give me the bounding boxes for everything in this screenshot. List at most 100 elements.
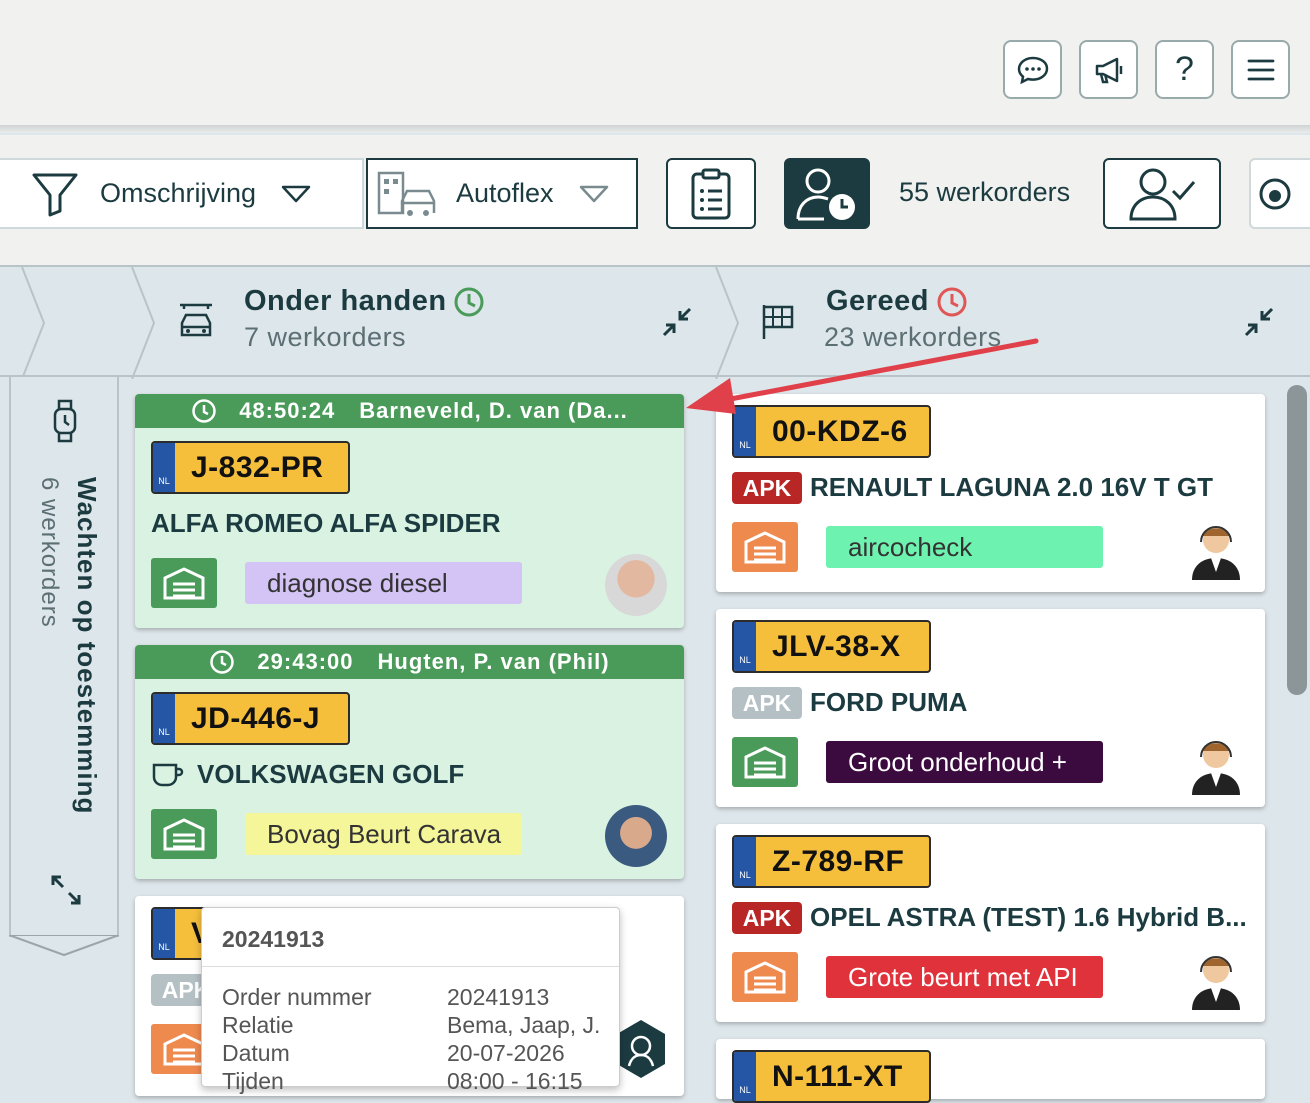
popup-value: Bema, Jaap, J. <box>447 1012 601 1038</box>
description-filter[interactable]: Omschrijving <box>0 158 364 229</box>
eu-country-strip: NL <box>153 909 175 958</box>
column-wachten-collapsed[interactable]: Wachten op toestemming 6 werkorders <box>9 377 119 957</box>
column-count-onder-handen: 7 werkorders <box>244 322 407 352</box>
license-plate-number: JD-446-J <box>191 701 321 735</box>
clock-icon <box>210 650 235 674</box>
top-bar: ? <box>0 0 1310 125</box>
card-mechanic: Barneveld, D. van (Da... <box>359 398 628 423</box>
location-filter-label: Autoflex <box>456 178 554 208</box>
work-order-card[interactable]: NL Z-789-RF APK OPEL ASTRA (TEST) 1.6 Hy… <box>716 824 1265 1022</box>
work-order-card[interactable]: 48:50:24 Barneveld, D. van (Da... NL J-8… <box>135 394 684 628</box>
order-count: 55 werkorders <box>899 177 1071 207</box>
column-headers: Onder handen 7 werkorders Gereed 23 werk… <box>0 265 1310 379</box>
popup-label: Datum <box>222 1040 290 1066</box>
apk-badge: APK <box>732 902 802 934</box>
chevron-down-icon <box>579 185 608 202</box>
card-timer: 48:50:24 <box>239 398 336 423</box>
clipboard-button[interactable] <box>666 158 756 229</box>
job-tag: aircocheck <box>826 526 1103 568</box>
column-title-wachten: Wachten op toestemming <box>72 477 102 815</box>
eu-country-strip: NL <box>153 694 175 743</box>
popup-divider <box>202 966 619 967</box>
eu-country-strip: NL <box>153 443 175 492</box>
vehicle-model: VOLKSWAGEN GOLF <box>197 759 465 789</box>
job-tag: diagnose diesel <box>245 562 522 604</box>
card-timer: 29:43:00 <box>257 649 354 674</box>
filter-icon <box>32 173 78 216</box>
mechanic-hexagon-icon <box>617 1020 665 1078</box>
watch-icon <box>53 399 77 443</box>
description-filter-label: Omschrijving <box>100 178 257 208</box>
filter-bar: Omschrijving Autoflex 55 werkorders <box>0 135 1310 265</box>
license-plate-number: JLV-38-X <box>772 629 901 663</box>
popup-title: 20241913 <box>222 926 325 952</box>
megaphone-icon <box>1095 57 1122 83</box>
location-filter[interactable]: Autoflex <box>366 158 638 229</box>
menu-button[interactable] <box>1231 40 1290 99</box>
expand-icon[interactable] <box>49 873 83 907</box>
work-order-card[interactable]: NL N-111-XT <box>716 1039 1265 1103</box>
apk-badge: APK <box>732 472 802 504</box>
license-plate: NL JD-446-J <box>151 692 350 745</box>
popup-label: Order nummer <box>222 984 372 1010</box>
support-agent-avatar-icon <box>1192 956 1240 1010</box>
garage-icon <box>151 558 217 608</box>
collapse-icon[interactable] <box>660 305 694 339</box>
popup-label: Tijden <box>222 1068 284 1094</box>
column-title-onder-handen: Onder handen <box>244 285 447 317</box>
card-status-bar: 48:50:24 Barneveld, D. van (Da... <box>135 394 684 428</box>
chat-bubble-icon <box>1017 56 1048 84</box>
avatar <box>605 554 667 616</box>
work-order-card[interactable]: 29:43:00 Hugten, P. van (Phil) NL JD-446… <box>135 645 684 879</box>
eu-country-strip: NL <box>734 837 756 886</box>
chat-button[interactable] <box>1003 40 1062 99</box>
clock-icon <box>937 287 967 317</box>
user-clock-button[interactable] <box>784 158 870 229</box>
support-agent-avatar-icon <box>1192 741 1240 795</box>
avatar <box>605 805 667 867</box>
vehicle-model: ALFA ROMEO ALFA SPIDER <box>151 508 501 538</box>
announcements-button[interactable] <box>1079 40 1138 99</box>
card-mechanic: Hugten, P. van (Phil) <box>377 649 610 674</box>
user-check-icon <box>1129 168 1196 220</box>
hamburger-icon <box>1247 59 1274 80</box>
chevron-down-icon <box>281 185 311 202</box>
car-lift-icon <box>180 303 212 337</box>
license-plate-number: J-832-PR <box>191 450 324 484</box>
top-bar-shadow <box>0 125 1310 133</box>
column-title-gereed: Gereed <box>826 285 929 317</box>
garage-icon <box>732 737 798 787</box>
popup-label: Relatie <box>222 1012 294 1038</box>
license-plate: NL Z-789-RF <box>732 835 931 888</box>
coffee-cup-icon <box>152 763 184 787</box>
apk-badge: APK <box>732 687 802 719</box>
headset-icon <box>1259 178 1291 209</box>
chevron-divider-icon <box>21 267 46 379</box>
chevron-divider-icon <box>131 267 156 379</box>
popup-value: 08:00 - 16:15 <box>447 1068 583 1094</box>
vehicle-model: RENAULT LAGUNA 2.0 16V T GT <box>810 472 1214 502</box>
building-car-icon <box>377 171 436 216</box>
clock-icon <box>454 287 484 317</box>
eu-country-strip: NL <box>734 622 756 671</box>
card-status-bar: 29:43:00 Hugten, P. van (Phil) <box>135 645 684 679</box>
support-agent-avatar-icon <box>1192 526 1240 580</box>
question-icon: ? <box>1175 50 1194 88</box>
job-tag: Bovag Beurt Carava <box>245 813 522 855</box>
garage-icon <box>151 809 217 859</box>
license-plate: NL J-832-PR <box>151 441 350 494</box>
user-check-button[interactable] <box>1103 158 1221 229</box>
team-button[interactable] <box>1249 158 1310 229</box>
collapse-icon[interactable] <box>1242 305 1276 339</box>
work-order-card[interactable]: NL JLV-38-X APK FORD PUMA Groot onderhou… <box>716 609 1265 807</box>
job-tag: Groot onderhoud + <box>826 741 1103 783</box>
column-scrollbar[interactable] <box>1287 385 1307 695</box>
clipboard-list-icon <box>691 168 731 219</box>
column-count-wachten: 6 werkorders <box>36 477 63 628</box>
order-detail-popup: 20241913 Order nummer 20241913 Relatie B… <box>201 907 620 1094</box>
vehicle-model: FORD PUMA <box>810 687 968 717</box>
column-bottom-chevron <box>9 935 119 957</box>
annotation-arrow <box>686 338 1039 414</box>
help-button[interactable]: ? <box>1155 40 1214 99</box>
license-plate: NL JLV-38-X <box>732 620 931 673</box>
